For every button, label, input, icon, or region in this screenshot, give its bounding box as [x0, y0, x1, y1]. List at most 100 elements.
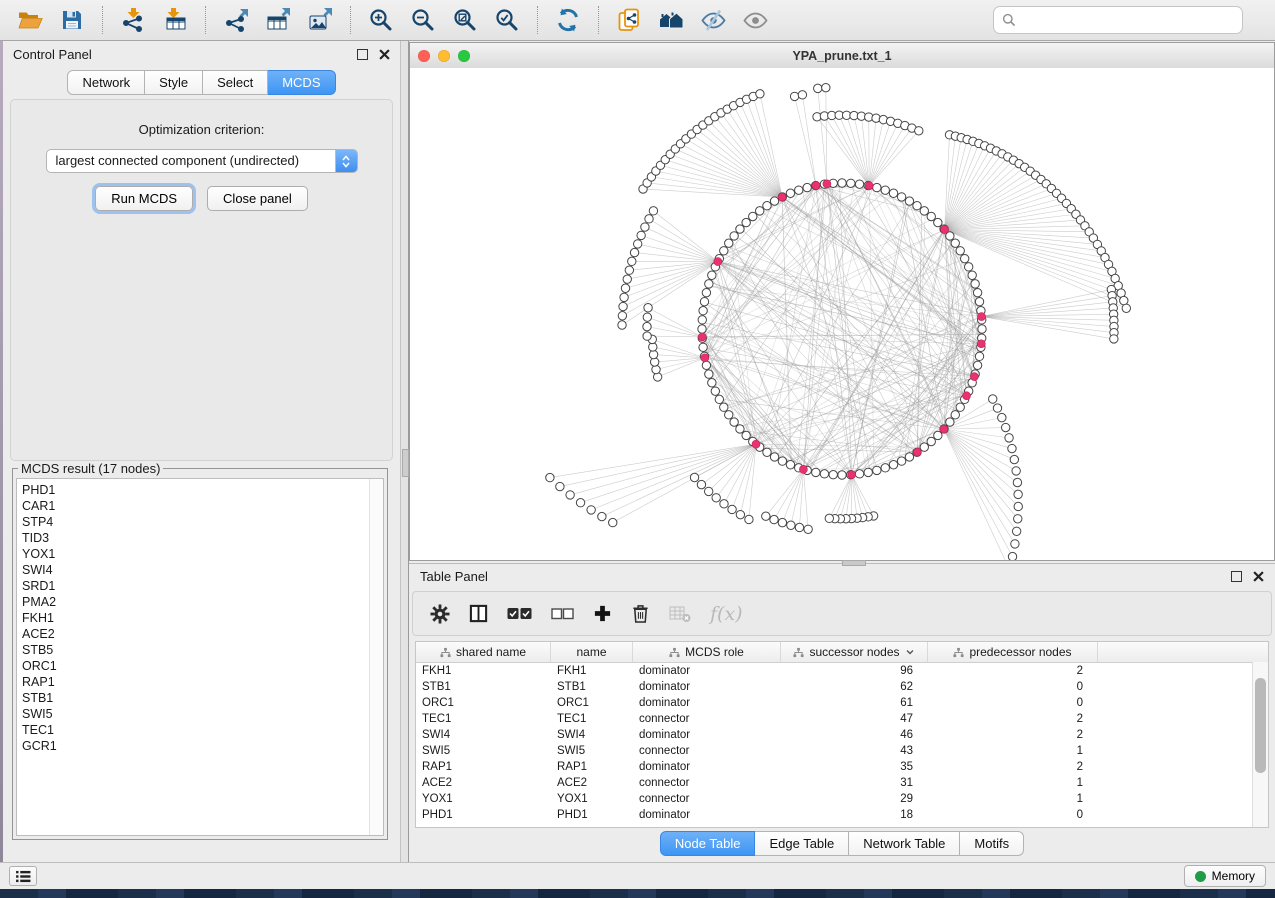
graph-node[interactable] — [1120, 296, 1128, 304]
graph-hub-node[interactable] — [865, 182, 873, 190]
graph-node[interactable] — [956, 247, 964, 255]
graph-node[interactable] — [1014, 490, 1022, 498]
graph-hub-node[interactable] — [701, 354, 709, 362]
graph-node[interactable] — [1008, 444, 1016, 452]
graph-node[interactable] — [1001, 423, 1009, 431]
mcds-result-item[interactable]: PMA2 — [22, 594, 383, 610]
graph-node[interactable] — [700, 297, 708, 305]
graph-node[interactable] — [786, 461, 794, 469]
graph-hub-node[interactable] — [940, 425, 948, 433]
graph-node[interactable] — [697, 480, 705, 488]
graph-node[interactable] — [1012, 467, 1020, 475]
column-header-mcds-role[interactable]: MCDS role — [633, 642, 781, 662]
graph-hub-node[interactable] — [778, 193, 786, 201]
graph-node[interactable] — [915, 127, 923, 135]
zoom-fit-button[interactable] — [445, 3, 485, 37]
graph-node[interactable] — [720, 500, 728, 508]
table-row[interactable]: SWI5SWI5connector431 — [416, 743, 1268, 759]
graph-node[interactable] — [951, 411, 959, 419]
graph-node[interactable] — [609, 518, 617, 526]
mcds-result-item[interactable]: RAP1 — [22, 674, 383, 690]
graph-node[interactable] — [770, 453, 778, 461]
graph-node[interactable] — [971, 280, 979, 288]
graph-node[interactable] — [641, 223, 649, 231]
save-session-button[interactable] — [52, 3, 92, 37]
graph-node[interactable] — [838, 471, 846, 479]
graph-node[interactable] — [951, 239, 959, 247]
graph-hub-node[interactable] — [812, 182, 820, 190]
graph-node[interactable] — [633, 240, 641, 248]
graph-node[interactable] — [778, 518, 786, 526]
mcds-result-scrollbar[interactable] — [369, 479, 383, 835]
table-row[interactable]: ORC1ORC1dominator610 — [416, 695, 1268, 711]
graph-node[interactable] — [763, 202, 771, 210]
graph-node[interactable] — [889, 189, 897, 197]
graph-hub-node[interactable] — [941, 226, 949, 234]
graph-node[interactable] — [643, 313, 651, 321]
graph-node[interactable] — [956, 403, 964, 411]
graph-node[interactable] — [556, 482, 564, 490]
select-all-rows-button[interactable] — [507, 607, 532, 620]
graph-hub-node[interactable] — [977, 340, 985, 348]
graph-hub-node[interactable] — [977, 313, 985, 321]
graph-node[interactable] — [964, 263, 972, 271]
graph-node[interactable] — [798, 91, 806, 99]
export-network-button[interactable] — [216, 3, 256, 37]
graph-node[interactable] — [742, 218, 750, 226]
graph-node[interactable] — [720, 403, 728, 411]
graph-node[interactable] — [745, 515, 753, 523]
tab-motifs[interactable]: Motifs — [960, 831, 1024, 856]
mcds-result-item[interactable]: FKH1 — [22, 610, 383, 626]
table-row[interactable]: STB1STB1dominator620 — [416, 679, 1268, 695]
splitter-handle[interactable] — [402, 449, 409, 477]
graph-node[interactable] — [649, 207, 657, 215]
graph-node[interactable] — [804, 525, 812, 533]
graph-node[interactable] — [566, 491, 574, 499]
graph-node[interactable] — [927, 437, 935, 445]
horizontal-splitter-handle[interactable] — [842, 560, 866, 566]
float-table-panel-icon[interactable] — [1231, 571, 1242, 582]
minimize-window-icon[interactable] — [438, 50, 450, 62]
graph-node[interactable] — [934, 431, 942, 439]
graph-node[interactable] — [946, 418, 954, 426]
graph-node[interactable] — [625, 266, 633, 274]
graph-node[interactable] — [803, 183, 811, 191]
graph-node[interactable] — [725, 411, 733, 419]
column-header-shared-name[interactable]: shared name — [416, 642, 551, 662]
graph-node[interactable] — [1014, 502, 1022, 510]
graph-node[interactable] — [905, 453, 913, 461]
graph-node[interactable] — [699, 343, 707, 351]
close-window-icon[interactable] — [418, 50, 430, 62]
graph-node[interactable] — [705, 370, 713, 378]
graph-hub-node[interactable] — [823, 180, 831, 188]
graph-node[interactable] — [897, 457, 905, 465]
open-file-button[interactable] — [10, 3, 50, 37]
criterion-select[interactable]: largest connected component (undirected) — [46, 149, 358, 173]
graph-node[interactable] — [763, 448, 771, 456]
graph-node[interactable] — [621, 284, 629, 292]
graph-node[interactable] — [630, 248, 638, 256]
graph-node[interactable] — [998, 413, 1006, 421]
graph-node[interactable] — [847, 179, 855, 187]
graph-node[interactable] — [702, 361, 710, 369]
graph-node[interactable] — [897, 193, 905, 201]
graph-node[interactable] — [618, 321, 626, 329]
graph-node[interactable] — [728, 505, 736, 513]
zoom-out-button[interactable] — [403, 3, 443, 37]
zoom-in-button[interactable] — [361, 3, 401, 37]
graph-node[interactable] — [628, 257, 636, 265]
graph-node[interactable] — [905, 197, 913, 205]
table-scrollbar[interactable] — [1252, 662, 1268, 827]
graph-node[interactable] — [720, 247, 728, 255]
graph-node[interactable] — [795, 523, 803, 531]
table-scrollbar-thumb[interactable] — [1255, 678, 1266, 773]
graph-node[interactable] — [619, 302, 627, 310]
graph-node[interactable] — [1110, 335, 1118, 343]
graph-node[interactable] — [705, 280, 713, 288]
graph-node[interactable] — [712, 494, 720, 502]
graph-node[interactable] — [756, 207, 764, 215]
tab-mcds[interactable]: MCDS — [268, 70, 335, 95]
graph-hub-node[interactable] — [714, 258, 722, 266]
graph-hub-node[interactable] — [913, 448, 921, 456]
graph-node[interactable] — [598, 512, 606, 520]
